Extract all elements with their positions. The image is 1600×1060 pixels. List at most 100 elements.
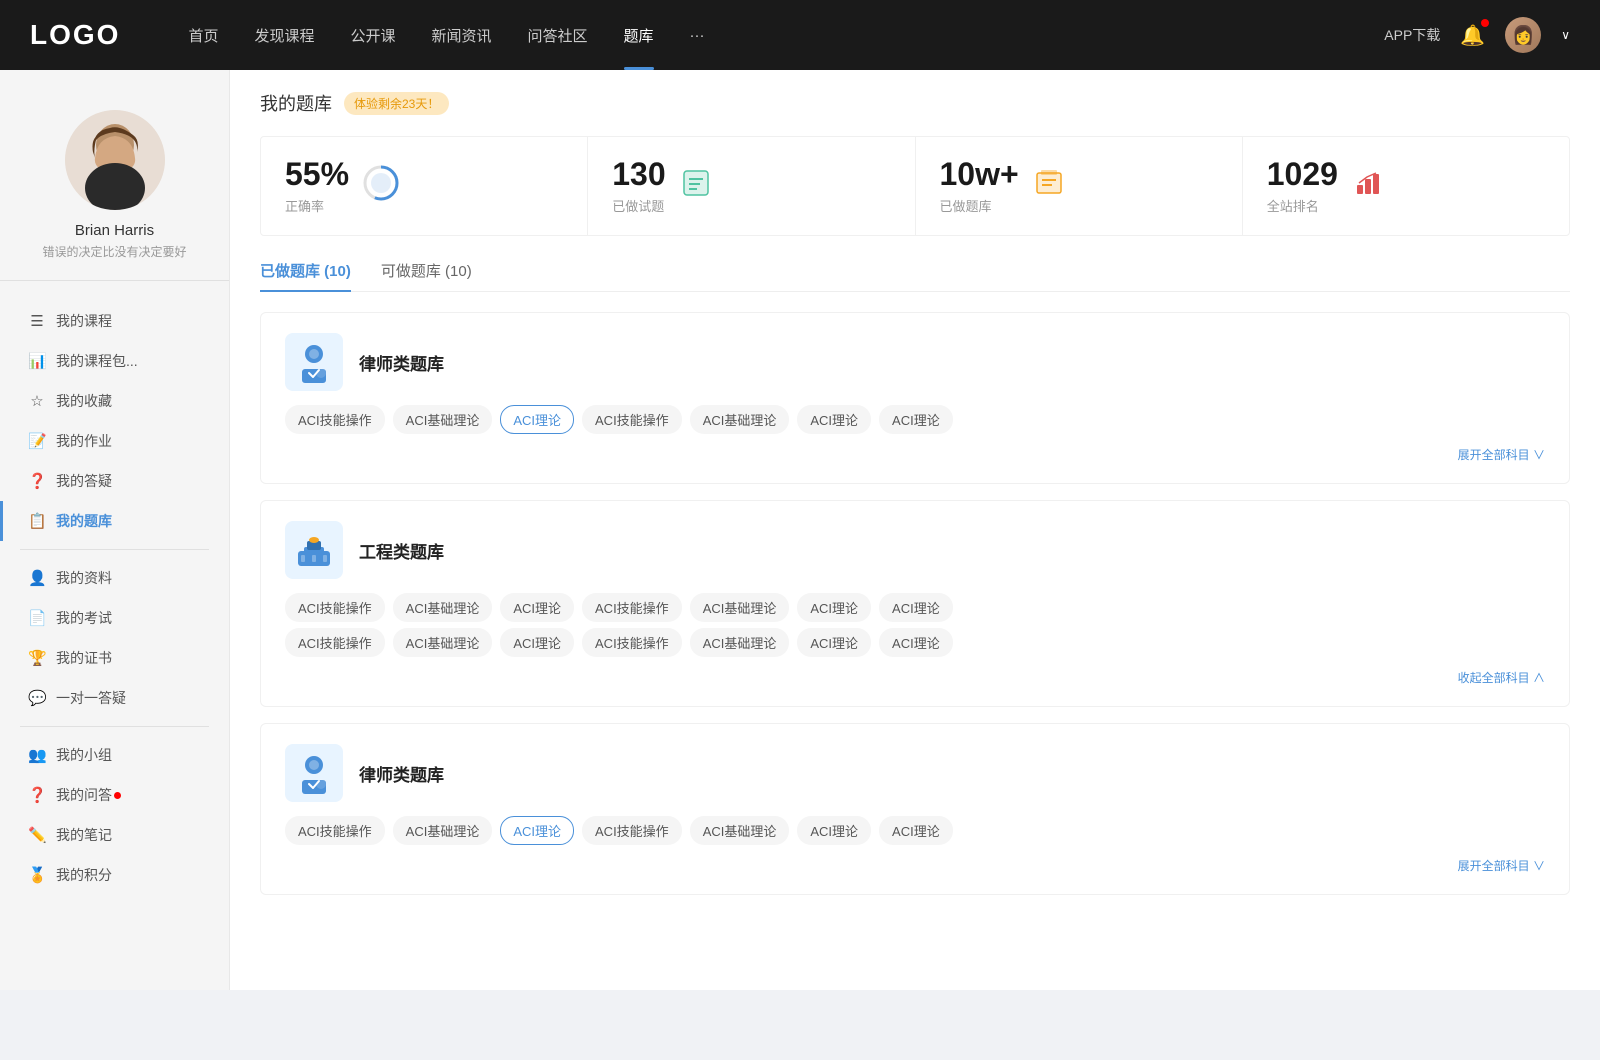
groups-icon: 👥 xyxy=(28,746,46,764)
tag-item[interactable]: ACI理论 xyxy=(500,628,574,657)
sidebar-item-profile[interactable]: 👤 我的资料 xyxy=(0,558,229,598)
content-tabs: 已做题库 (10) 可做题库 (10) xyxy=(260,260,1570,292)
profile-name: Brian Harris xyxy=(75,222,154,239)
sidebar-item-courses[interactable]: ☰ 我的课程 xyxy=(0,301,229,341)
navbar: LOGO 首页 发现课程 公开课 新闻资讯 问答社区 题库 ··· APP下载 … xyxy=(0,0,1600,70)
tab-done-banks[interactable]: 已做题库 (10) xyxy=(260,260,351,291)
tag-item[interactable]: ACI基础理论 xyxy=(690,593,790,622)
tag-item[interactable]: ACI基础理论 xyxy=(690,816,790,845)
nav-quiz[interactable]: 题库 xyxy=(606,0,672,70)
sidebar-item-label: 一对一答疑 xyxy=(56,688,126,708)
nav-more[interactable]: ··· xyxy=(672,0,723,70)
expand-link-lawyer-2[interactable]: 展开全部科目 ∨ xyxy=(285,851,1545,874)
logo: LOGO xyxy=(30,19,120,51)
tag-item[interactable]: ACI理论 xyxy=(879,405,953,434)
nav-news[interactable]: 新闻资讯 xyxy=(414,0,510,70)
tag-item[interactable]: ACI技能操作 xyxy=(582,593,682,622)
bank-icon-lawyer xyxy=(285,333,343,391)
sidebar-menu: ☰ 我的课程 📊 我的课程包... ☆ 我的收藏 📝 我的作业 ❓ 我的答疑 📋 xyxy=(0,291,229,905)
sidebar-item-favorites[interactable]: ☆ 我的收藏 xyxy=(0,381,229,421)
sidebar-item-certificate[interactable]: 🏆 我的证书 xyxy=(0,638,229,678)
bell-icon: 🔔 xyxy=(1460,25,1485,47)
tag-item[interactable]: ACI技能操作 xyxy=(285,628,385,657)
tag-item[interactable]: ACI理论 xyxy=(797,593,871,622)
tag-item[interactable]: ACI理论 xyxy=(797,816,871,845)
stat-label: 正确率 xyxy=(285,196,349,215)
stat-number: 55% xyxy=(285,157,349,192)
page-layout: Brian Harris 错误的决定比没有决定要好 ☰ 我的课程 📊 我的课程包… xyxy=(0,70,1600,990)
navbar-right: APP下载 🔔 👩 ∨ xyxy=(1384,17,1570,53)
tag-item-active[interactable]: ACI理论 xyxy=(500,816,574,845)
sidebar: Brian Harris 错误的决定比没有决定要好 ☰ 我的课程 📊 我的课程包… xyxy=(0,70,230,990)
bank-name-engineer: 工程类题库 xyxy=(359,538,444,563)
nav-qa[interactable]: 问答社区 xyxy=(510,0,606,70)
tag-item[interactable]: ACI技能操作 xyxy=(582,816,682,845)
tag-item[interactable]: ACI技能操作 xyxy=(582,405,682,434)
nav-home[interactable]: 首页 xyxy=(170,0,236,70)
notification-button[interactable]: 🔔 xyxy=(1460,23,1485,48)
tag-item[interactable]: ACI基础理论 xyxy=(690,405,790,434)
questions-icon: ❓ xyxy=(28,786,46,804)
tags-row-engineer-2: ACI技能操作 ACI基础理论 ACI理论 ACI技能操作 ACI基础理论 AC… xyxy=(285,628,1545,657)
tag-item[interactable]: ACI技能操作 xyxy=(285,593,385,622)
sidebar-item-questionbank[interactable]: 📋 我的题库 xyxy=(0,501,229,541)
sidebar-item-groups[interactable]: 👥 我的小组 xyxy=(0,735,229,775)
sidebar-item-points[interactable]: 🏅 我的积分 xyxy=(0,855,229,895)
tag-item[interactable]: ACI技能操作 xyxy=(285,816,385,845)
tab-available-banks[interactable]: 可做题库 (10) xyxy=(381,260,472,291)
stat-accuracy: 55% 正确率 xyxy=(261,137,588,235)
nav-discover[interactable]: 发现课程 xyxy=(236,0,332,70)
tag-item[interactable]: ACI基础理论 xyxy=(393,628,493,657)
sidebar-item-notes[interactable]: ✏️ 我的笔记 xyxy=(0,815,229,855)
bank-name-lawyer-2: 律师类题库 xyxy=(359,761,444,786)
trial-badge: 体验剩余23天！ xyxy=(344,92,449,115)
sidebar-item-qa[interactable]: ❓ 我的答疑 xyxy=(0,461,229,501)
sidebar-item-homework[interactable]: 📝 我的作业 xyxy=(0,421,229,461)
main-content: 我的题库 体验剩余23天！ 55% 正确率 xyxy=(230,70,1600,990)
stat-icon-banks xyxy=(1033,167,1065,206)
tag-item[interactable]: ACI基础理论 xyxy=(393,405,493,434)
sidebar-item-questions[interactable]: ❓ 我的问答 xyxy=(0,775,229,815)
tag-item[interactable]: ACI理论 xyxy=(879,816,953,845)
favorites-icon: ☆ xyxy=(28,392,46,410)
tag-item[interactable]: ACI理论 xyxy=(500,593,574,622)
collapse-link-engineer[interactable]: 收起全部科目 ∧ xyxy=(285,663,1545,686)
expand-link-lawyer-1[interactable]: 展开全部科目 ∨ xyxy=(285,440,1545,463)
user-dropdown-arrow[interactable]: ∨ xyxy=(1561,28,1570,42)
bank-name-lawyer-1: 律师类题库 xyxy=(359,350,444,375)
sidebar-item-course-packages[interactable]: 📊 我的课程包... xyxy=(0,341,229,381)
sidebar-item-exam[interactable]: 📄 我的考试 xyxy=(0,598,229,638)
tag-item[interactable]: ACI理论 xyxy=(797,405,871,434)
stat-done-questions: 130 已做试题 xyxy=(588,137,915,235)
sidebar-item-tutor[interactable]: 💬 一对一答疑 xyxy=(0,678,229,718)
tag-item[interactable]: ACI理论 xyxy=(797,628,871,657)
bank-card-lawyer-2: 律师类题库 ACI技能操作 ACI基础理论 ACI理论 ACI技能操作 ACI基… xyxy=(260,723,1570,895)
stat-done-banks: 10w+ 已做题库 xyxy=(916,137,1243,235)
tag-item[interactable]: ACI理论 xyxy=(879,628,953,657)
tag-item[interactable]: ACI理论 xyxy=(879,593,953,622)
tag-item[interactable]: ACI技能操作 xyxy=(285,405,385,434)
menu-divider xyxy=(20,549,209,550)
user-avatar-nav[interactable]: 👩 xyxy=(1505,17,1541,53)
sidebar-item-label: 我的答疑 xyxy=(56,471,112,491)
stat-text-3: 10w+ 已做题库 xyxy=(940,157,1019,215)
tag-item-active[interactable]: ACI理论 xyxy=(500,405,574,434)
nav-menu: 首页 发现课程 公开课 新闻资讯 问答社区 题库 ··· xyxy=(170,0,1384,70)
notification-badge xyxy=(1481,19,1489,27)
profile-icon: 👤 xyxy=(28,569,46,587)
tag-item[interactable]: ACI基础理论 xyxy=(393,816,493,845)
stat-text-4: 1029 全站排名 xyxy=(1267,157,1338,215)
courses-icon: ☰ xyxy=(28,312,46,330)
tag-item[interactable]: ACI技能操作 xyxy=(582,628,682,657)
bank-card-engineer: 工程类题库 ACI技能操作 ACI基础理论 ACI理论 ACI技能操作 ACI基… xyxy=(260,500,1570,707)
stat-number-2: 130 xyxy=(612,157,665,192)
tag-item[interactable]: ACI基础理论 xyxy=(393,593,493,622)
sidebar-item-label: 我的课程 xyxy=(56,311,112,331)
tags-row-lawyer-2: ACI技能操作 ACI基础理论 ACI理论 ACI技能操作 ACI基础理论 AC… xyxy=(285,816,1545,845)
profile-motto: 错误的决定比没有决定要好 xyxy=(42,243,186,260)
app-download-button[interactable]: APP下载 xyxy=(1384,25,1440,45)
nav-open-course[interactable]: 公开课 xyxy=(332,0,413,70)
packages-icon: 📊 xyxy=(28,352,46,370)
sidebar-item-label: 我的证书 xyxy=(56,648,112,668)
tag-item[interactable]: ACI基础理论 xyxy=(690,628,790,657)
